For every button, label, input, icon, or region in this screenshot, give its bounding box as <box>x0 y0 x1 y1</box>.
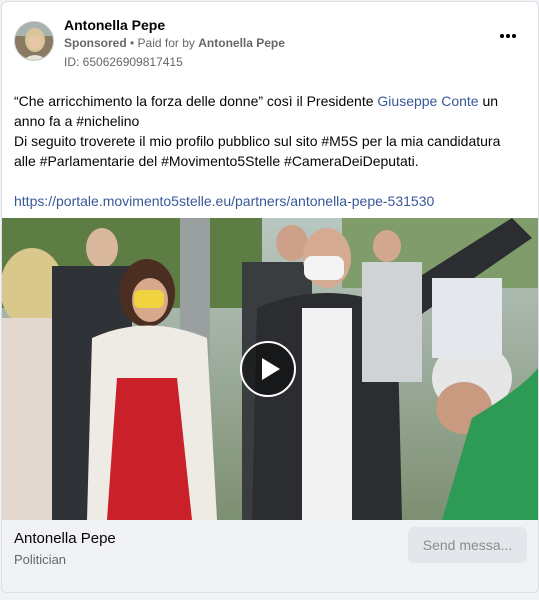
post-text-line1: “Che arricchimento la forza delle donne”… <box>14 91 519 131</box>
post-text-line2: Di seguito troverete il mio profilo pubb… <box>14 133 501 169</box>
post-text-spacer <box>14 171 519 191</box>
cta-footer: Antonella Pepe Politician Send messa... <box>2 520 538 592</box>
post-header: Antonella Pepe Sponsored • Paid for by A… <box>2 2 538 78</box>
ad-id: ID: 650626909817415 <box>64 55 183 69</box>
profile-url-link[interactable]: https://portale.movimento5stelle.eu/part… <box>14 191 519 211</box>
more-horizontal-icon[interactable] <box>500 32 516 40</box>
play-icon[interactable] <box>240 341 296 397</box>
sponsored-meta: Sponsored • Paid for by Antonella Pepe <box>64 36 285 50</box>
page-category: Politician <box>14 552 67 567</box>
paid-for-name[interactable]: Antonella Pepe <box>198 36 285 50</box>
page-name[interactable]: Antonella Pepe <box>14 530 116 547</box>
post-text-quote: “Che arricchimento la forza delle donne”… <box>14 93 378 109</box>
author-avatar[interactable] <box>14 21 54 61</box>
paid-for-prefix: • Paid for by <box>126 36 199 50</box>
video-thumbnail[interactable] <box>2 218 538 520</box>
giuseppe-conte-link[interactable]: Giuseppe Conte <box>377 93 478 109</box>
sponsored-post-card: Antonella Pepe Sponsored • Paid for by A… <box>1 1 539 593</box>
post-text: “Che arricchimento la forza delle donne”… <box>14 91 519 211</box>
sponsored-label: Sponsored <box>64 36 127 50</box>
send-message-button[interactable]: Send messa... <box>408 527 527 563</box>
author-name[interactable]: Antonella Pepe <box>64 17 165 33</box>
